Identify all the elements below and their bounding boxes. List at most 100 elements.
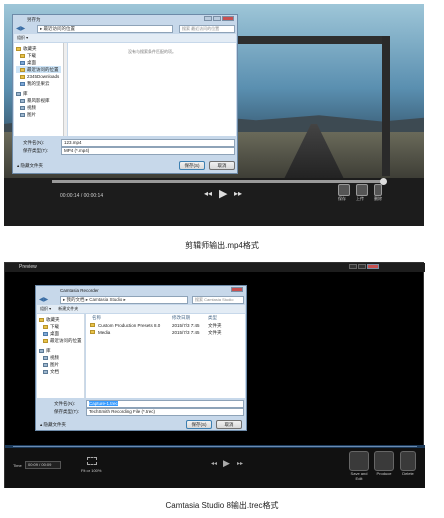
dialog-toolbar: 组织 ▾ xyxy=(14,34,236,42)
delete-icon xyxy=(374,184,382,196)
prev-frame-icon[interactable]: ◂◂ xyxy=(211,460,217,467)
playback-time: 00:00:14 / 00:00:14 xyxy=(60,193,104,199)
nav-item-2345downloads[interactable]: 2345Downloads xyxy=(16,73,61,80)
library-icon xyxy=(39,348,44,353)
save-as-dialog: 另存为 ◀▶ ▸ 最近访问的位置 搜索 最近访问的位置 组织 ▾ 收藏夹 下载 … xyxy=(12,14,238,174)
download-folder-icon xyxy=(43,324,48,329)
hide-folders-toggle[interactable]: ▴ 隐藏文件夹 xyxy=(17,163,43,169)
video-icon xyxy=(43,355,48,360)
filetype-select[interactable]: MP4 (*.mp4) xyxy=(61,147,235,155)
cancel-button[interactable]: 取消 xyxy=(216,420,242,429)
video-editor-screenshot: 00:00:14 / 00:00:14 ◂◂ ▶ ▸▸ 保存 上传 删除 另存为… xyxy=(4,4,424,226)
time-display: 00:09 / 00:09 xyxy=(25,461,61,469)
download-folder-icon xyxy=(20,53,25,58)
trash-icon xyxy=(400,451,416,471)
nav-item-downloads[interactable]: 下载 xyxy=(39,323,82,330)
nav-item-videos[interactable]: 视频 xyxy=(39,354,82,361)
nav-item-pictures[interactable]: 图片 xyxy=(39,361,82,368)
fit-icon[interactable] xyxy=(87,457,97,465)
library-video-icon xyxy=(20,98,25,103)
close-button[interactable] xyxy=(367,264,379,269)
address-bar[interactable]: ▸ 最近访问的位置 xyxy=(37,25,173,33)
minimize-button[interactable] xyxy=(349,264,357,269)
hide-folders-toggle[interactable]: ▴ 隐藏文件夹 xyxy=(40,422,66,428)
time-label: Time xyxy=(13,463,22,468)
filetype-select[interactable]: TechSmith Recording File (*.trec) xyxy=(86,408,244,416)
col-header-date[interactable]: 修改日期 xyxy=(172,315,190,321)
save-and-edit-button[interactable]: Save and Edit xyxy=(347,451,371,481)
desktop-icon xyxy=(43,331,48,336)
back-forward-icon[interactable]: ◀▶ xyxy=(39,296,48,303)
nav-item-pictures[interactable]: 图片 xyxy=(16,111,61,118)
document-icon xyxy=(43,369,48,374)
empty-message: 没有与搜索条件匹配的项。 xyxy=(128,49,176,54)
film-icon xyxy=(356,184,368,196)
back-forward-icon[interactable]: ◀▶ xyxy=(16,25,25,32)
organize-menu[interactable]: 组织 ▾ xyxy=(40,306,51,311)
search-input[interactable]: 搜索 最近访问的位置 xyxy=(179,25,235,33)
upload-button[interactable]: 上传 xyxy=(356,184,368,202)
minimize-button[interactable] xyxy=(204,16,212,21)
close-button[interactable] xyxy=(222,16,234,21)
produce-button[interactable]: Produce xyxy=(373,451,395,476)
nav-item-favorites[interactable]: 收藏夹 xyxy=(16,45,61,52)
delete-button[interactable]: 删除 xyxy=(374,184,382,202)
save-edit-icon xyxy=(349,451,369,471)
file-list-pane: 没有与搜索条件匹配的项。 xyxy=(68,43,236,136)
play-icon[interactable]: ▶ xyxy=(223,458,230,469)
maximize-button[interactable] xyxy=(358,264,366,269)
next-frame-icon[interactable]: ▸▸ xyxy=(237,460,243,467)
star-icon xyxy=(39,317,44,322)
produce-icon xyxy=(374,451,394,471)
next-frame-icon[interactable]: ▸▸ xyxy=(234,189,242,198)
nav-item-desktop[interactable]: 桌面 xyxy=(16,59,61,66)
address-bar[interactable]: ▸ 我的文档 ▸ Camtasia Studio ▸ xyxy=(60,296,188,304)
filename-label: 文件名(N): xyxy=(54,401,75,406)
organize-menu[interactable]: 组织 ▾ xyxy=(17,35,28,40)
close-button[interactable] xyxy=(231,287,243,292)
cloud-folder-icon xyxy=(20,81,25,86)
folder-icon xyxy=(90,323,95,327)
nav-scrollbar[interactable] xyxy=(63,43,67,136)
window-buttons xyxy=(231,287,243,292)
nav-item-videos[interactable]: 视频 xyxy=(16,104,61,111)
nav-item-downloads[interactable]: 下载 xyxy=(16,52,61,59)
file-list-pane: 名称 修改日期 类型 Custom Production Presets 8.0… xyxy=(86,314,245,398)
cancel-button[interactable]: 取消 xyxy=(209,161,235,170)
file-row[interactable]: Custom Production Presets 8.0 2015/7/3 7… xyxy=(86,322,245,329)
new-folder-button[interactable]: 新建文件夹 xyxy=(58,306,78,311)
nav-item-libraries[interactable]: 库 xyxy=(16,90,61,97)
nav-item-libraries[interactable]: 库 xyxy=(39,347,82,354)
save-dialog-button[interactable]: 保存(S) xyxy=(179,161,205,170)
nav-item-desktop[interactable]: 桌面 xyxy=(39,330,82,337)
video-icon xyxy=(20,105,25,110)
filename-input[interactable]: 123.mp4 xyxy=(61,139,235,147)
save-button[interactable]: 保存 xyxy=(338,184,350,202)
maximize-button[interactable] xyxy=(213,16,221,21)
prev-frame-icon[interactable]: ◂◂ xyxy=(204,189,212,198)
filename-input[interactable]: Capture-1.trec xyxy=(86,400,244,408)
save-icon xyxy=(338,184,350,196)
camtasia-preview-screenshot: Preview Camtasia Recorder ◀▶ ▸ 我的文档 ▸ Ca… xyxy=(4,262,425,488)
nav-item-favorites[interactable]: 收藏夹 xyxy=(39,316,82,323)
col-header-name[interactable]: 名称 xyxy=(92,315,101,321)
col-header-type[interactable]: 类型 xyxy=(208,315,217,321)
dialog-title: Camtasia Recorder xyxy=(60,288,99,293)
play-icon[interactable]: ▶ xyxy=(219,187,227,200)
star-icon xyxy=(16,46,21,51)
nav-item-recent[interactable]: 最近访问的位置 xyxy=(39,337,82,344)
file-row[interactable]: Media 2015/7/3 7:45 文件夹 xyxy=(86,329,245,336)
nav-item-nutstore[interactable]: 我的坚果云 xyxy=(16,80,61,87)
filename-label: 文件名(N): xyxy=(23,140,44,145)
nav-item-recent[interactable]: 最近访问的位置 xyxy=(16,66,61,73)
nav-item-documents[interactable]: 文档 xyxy=(39,368,82,375)
save-dialog-button[interactable]: 保存(S) xyxy=(186,420,212,429)
window-buttons xyxy=(204,16,234,21)
search-input[interactable]: 搜索 Camtasia Studio xyxy=(192,296,244,304)
delete-button[interactable]: Delete xyxy=(397,451,419,476)
camtasia-save-dialog: Camtasia Recorder ◀▶ ▸ 我的文档 ▸ Camtasia S… xyxy=(35,285,247,431)
nav-item-storm-library[interactable]: 暴风影视库 xyxy=(16,97,61,104)
fit-label: Fit or 100% xyxy=(81,468,102,473)
recent-places-icon xyxy=(43,338,48,343)
folder-icon xyxy=(90,330,95,334)
